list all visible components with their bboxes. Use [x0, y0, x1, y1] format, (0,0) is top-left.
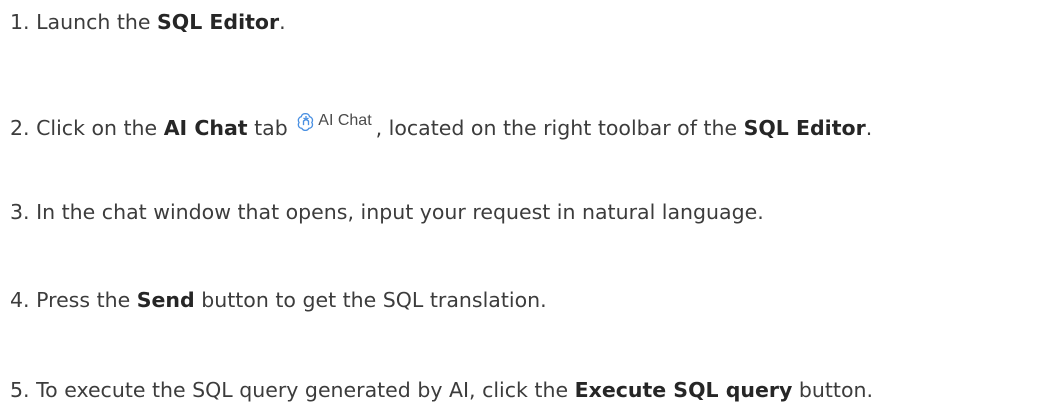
step-text: To execute the SQL query generated by AI… [36, 378, 569, 402]
step-text: In the chat window that opens, input you… [36, 200, 764, 224]
step-number: 1. [10, 10, 30, 34]
step-number: 2. [10, 116, 30, 140]
step-number: 5. [10, 378, 30, 402]
ai-chat-icon [297, 113, 314, 131]
step-text: Launch the [36, 10, 151, 34]
step-text-end: . [865, 116, 873, 140]
step-number: 4. [10, 288, 30, 312]
sql-editor-label: SQL Editor [157, 10, 280, 34]
ai-chat-tab-image: AI Chat [296, 111, 372, 131]
step-text-end: . [279, 10, 286, 34]
step-text: Click on the [36, 116, 158, 140]
send-label: Send [136, 288, 195, 312]
step-number: 3. [10, 200, 30, 224]
sql-editor-label: SQL Editor [743, 116, 866, 140]
step-5: 5. To execute the SQL query generated by… [10, 380, 873, 401]
step-1: 1. Launch the SQL Editor. [10, 12, 286, 33]
step-4: 4. Press the Send button to get the SQL … [10, 290, 547, 311]
step-text: button to get the SQL translation. [201, 288, 547, 312]
ai-chat-tab-label: AI Chat [318, 112, 372, 129]
step-text: tab [254, 116, 288, 140]
execute-sql-query-label: Execute SQL query [574, 378, 793, 402]
ai-chat-label: AI Chat [163, 116, 248, 140]
step-text: button. [798, 378, 874, 402]
step-2: 2. Click on the AI Chat tab AI Chat, loc… [10, 111, 872, 139]
step-text: Press the [36, 288, 131, 312]
instruction-steps: 1. Launch the SQL Editor. 2. Click on th… [0, 0, 1057, 414]
step-text: , located on the right toolbar of the [375, 116, 738, 140]
step-3: 3. In the chat window that opens, input … [10, 202, 764, 223]
